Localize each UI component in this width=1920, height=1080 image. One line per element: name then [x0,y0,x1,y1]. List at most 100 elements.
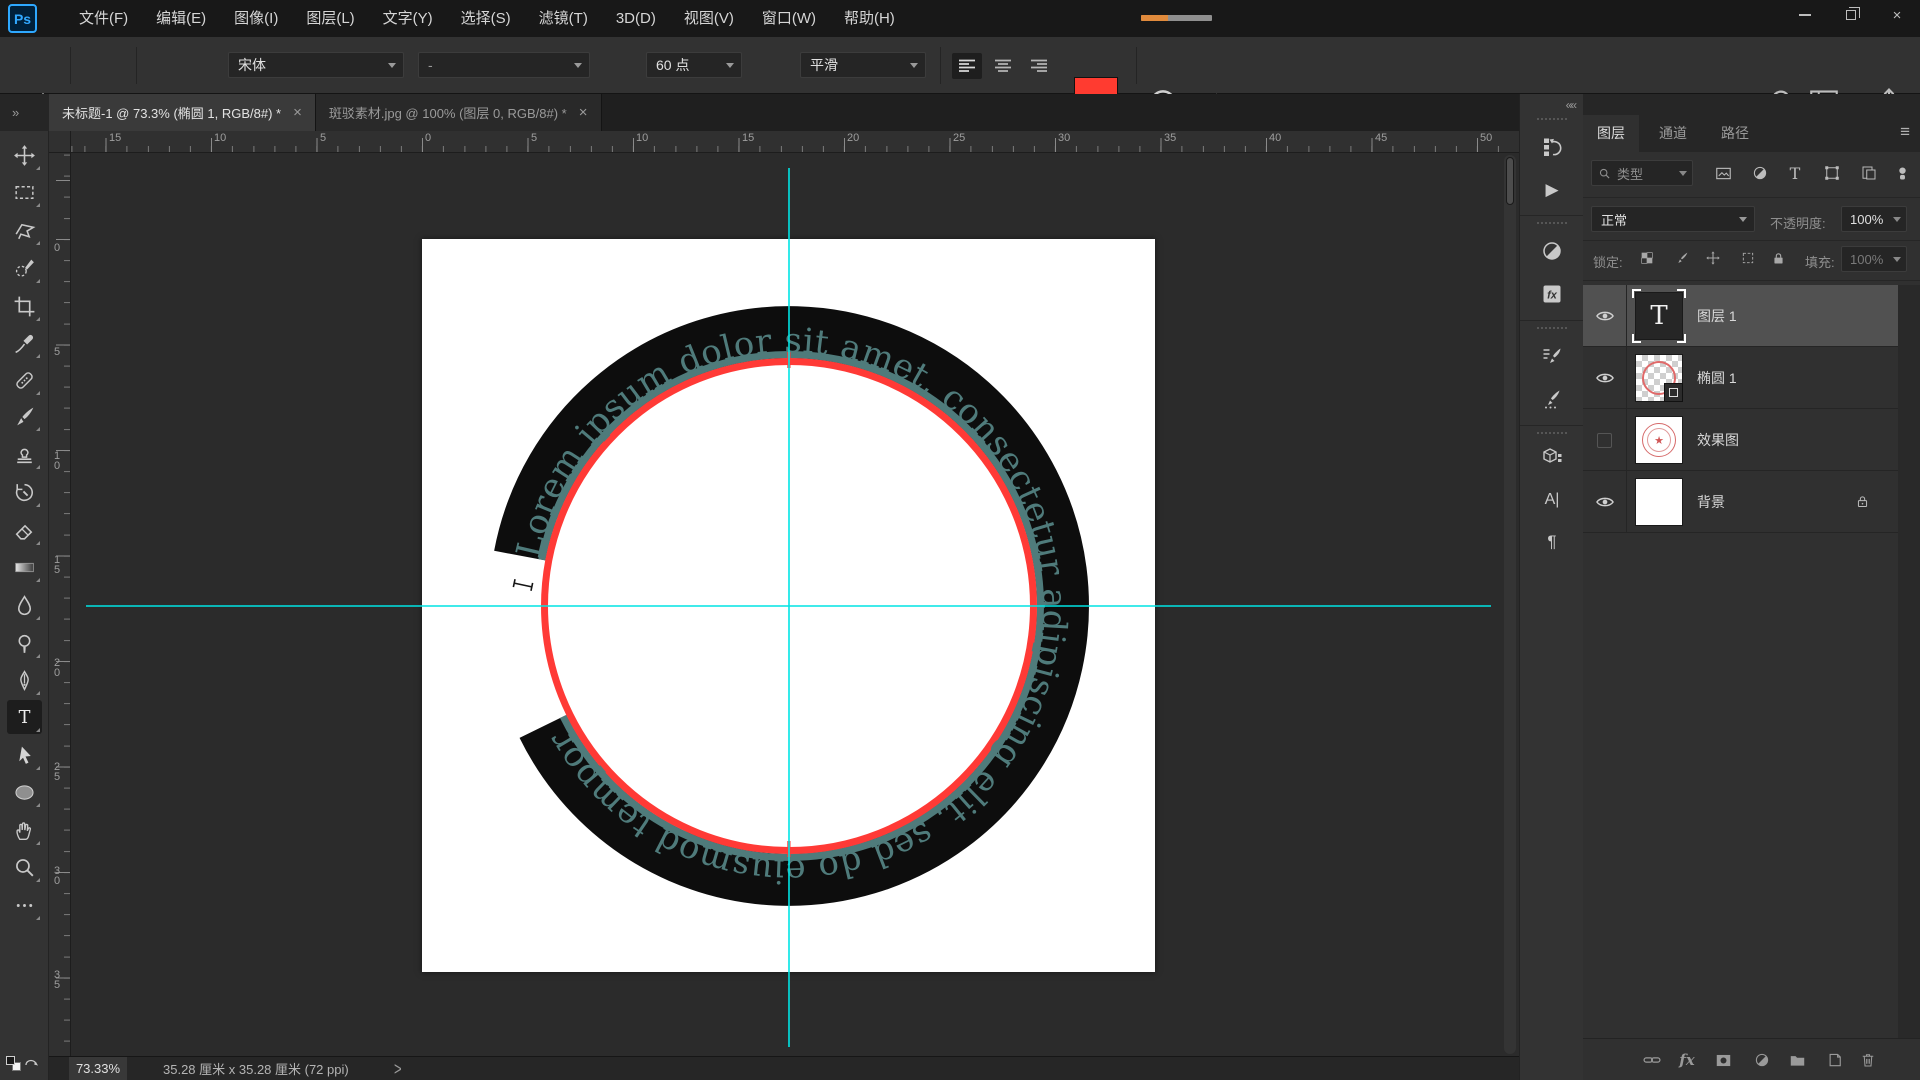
layer-thumbnail[interactable]: T [1635,292,1683,340]
panel-group-grip[interactable] [1537,222,1567,224]
layer-row-effect[interactable]: ★ 效果图 [1583,409,1898,471]
delete-layer-button[interactable] [1854,1048,1882,1072]
zoom-level-field[interactable]: 73.33% [69,1057,127,1080]
tool-path-selection[interactable] [7,738,42,772]
filter-kind-adjustment[interactable] [1747,161,1773,185]
tab-layers[interactable]: 图层 [1583,115,1639,152]
panel-group-grip[interactable] [1537,432,1567,434]
restore-button[interactable] [1828,0,1874,30]
filter-on-toggle[interactable] [1889,161,1915,185]
layer-thumbnail[interactable] [1635,478,1683,526]
menu-edit[interactable]: 编辑(E) [142,0,220,37]
layer-row-background[interactable]: 背景 [1583,471,1898,533]
tool-zoom[interactable] [7,850,42,884]
blend-mode-select[interactable]: 正常 [1591,206,1755,232]
horizontal-ruler[interactable]: 15 10 5 0 5 10 15 20 25 30 35 40 45 50 [71,131,1519,153]
ruler-origin-corner[interactable] [49,131,71,153]
menu-view[interactable]: 视图(V) [670,0,748,37]
menu-help[interactable]: 帮助(H) [830,0,909,37]
scrollbar-thumb[interactable] [1506,157,1514,205]
layer-row-ellipse[interactable]: 椭圆 1 [1583,347,1898,409]
align-left-button[interactable] [952,53,982,79]
add-mask-button[interactable] [1709,1048,1737,1072]
visibility-toggle[interactable] [1583,471,1627,533]
layer-name[interactable]: 图层 1 [1697,285,1737,347]
tool-gradient[interactable] [7,550,42,584]
filter-kind-shape[interactable] [1819,161,1845,185]
tool-lasso[interactable] [7,213,42,247]
tool-rect-marquee[interactable] [7,175,42,209]
opacity-field[interactable]: 100% [1841,206,1907,232]
tool-history-brush[interactable] [7,475,42,509]
layer-row-type[interactable]: T 图层 1 [1583,285,1898,347]
layer-styles-button[interactable]: fx [1673,1048,1701,1072]
tool-move[interactable] [7,138,42,172]
status-options-chevron[interactable]: > [394,1058,402,1079]
tool-clone-stamp[interactable] [7,437,42,471]
layer-thumbnail[interactable]: ★ [1635,416,1683,464]
panel-group-grip[interactable] [1537,327,1567,329]
layer-thumbnail[interactable] [1635,354,1683,402]
menu-image[interactable]: 图像(I) [220,0,292,37]
toolbar-collapse-toggle[interactable]: » [0,94,49,131]
font-style-select[interactable]: - [418,52,590,78]
new-adjustment-button[interactable] [1748,1048,1776,1072]
visibility-toggle[interactable] [1583,285,1627,347]
default-swap-colors[interactable] [6,1056,44,1078]
close-button[interactable]: × [1874,0,1920,30]
3d-panel-button[interactable] [1534,439,1570,475]
tool-crop[interactable] [7,289,42,323]
new-layer-button[interactable] [1821,1048,1849,1072]
menu-filter[interactable]: 滤镜(T) [525,0,602,37]
paragraph-panel-button[interactable]: ¶ [1534,524,1570,560]
actions-panel-button[interactable]: ▶ [1534,172,1570,208]
filter-kind-smart-object[interactable] [1856,161,1882,185]
tool-quick-selection[interactable] [7,251,42,285]
tool-edit-toolbar[interactable] [7,888,42,922]
brush-settings-panel-button[interactable] [1534,338,1570,374]
character-panel-button[interactable]: A| [1534,482,1570,518]
tab-close-icon[interactable]: × [293,104,302,121]
styles-panel-button[interactable]: fx [1534,276,1570,312]
document-tab-untitled[interactable]: 未标题-1 @ 73.3% (椭圆 1, RGB/8#) * × [49,94,316,131]
layer-name[interactable]: 椭圆 1 [1697,347,1737,409]
font-family-select[interactable]: 宋体 [228,52,404,78]
canvas-viewport[interactable]: Lorem ipsum dolor sit amet, consectetur … [71,153,1519,1056]
menu-file[interactable]: 文件(F) [65,0,142,37]
visibility-toggle[interactable] [1583,347,1627,409]
lock-pixels-button[interactable] [1670,246,1694,270]
layer-filter-select[interactable]: 类型 [1591,160,1693,186]
menu-3d[interactable]: 3D(D) [602,0,670,37]
align-center-button[interactable] [988,53,1018,79]
menu-window[interactable]: 窗口(W) [748,0,830,37]
tool-dodge[interactable] [7,626,42,660]
brushes-panel-button[interactable] [1534,381,1570,417]
tool-ellipse-shape[interactable] [7,775,42,809]
tab-close-icon[interactable]: × [579,104,588,121]
tool-eyedropper[interactable] [7,326,42,360]
menu-type[interactable]: 文字(Y) [369,0,447,37]
tool-eraser[interactable] [7,513,42,547]
lock-transparent-button[interactable] [1635,246,1659,270]
layer-name[interactable]: 背景 [1697,471,1725,533]
lock-position-button[interactable] [1701,246,1725,270]
tab-channels[interactable]: 通道 [1645,115,1701,152]
tool-blur[interactable] [7,588,42,622]
dock-collapse-icon[interactable]: «« [1566,98,1575,112]
align-right-button[interactable] [1024,53,1054,79]
link-layers-button[interactable] [1638,1048,1666,1072]
filter-kind-image[interactable] [1710,161,1736,185]
tab-paths[interactable]: 路径 [1707,115,1763,152]
visibility-toggle[interactable] [1583,409,1627,471]
panel-menu-icon[interactable]: ≡ [1900,122,1910,142]
layer-locked-indicator[interactable] [1855,494,1870,509]
layer-name[interactable]: 效果图 [1697,409,1739,471]
tool-brush[interactable] [7,399,42,433]
document-tab-material[interactable]: 斑驳素材.jpg @ 100% (图层 0, RGB/8#) * × [316,94,602,131]
lock-artboard-button[interactable] [1736,246,1760,270]
history-panel-button[interactable] [1534,129,1570,165]
new-group-button[interactable] [1783,1048,1811,1072]
fill-field[interactable]: 100% [1841,246,1907,272]
adjustments-panel-button[interactable] [1534,233,1570,269]
filter-kind-type[interactable]: T [1782,161,1808,185]
